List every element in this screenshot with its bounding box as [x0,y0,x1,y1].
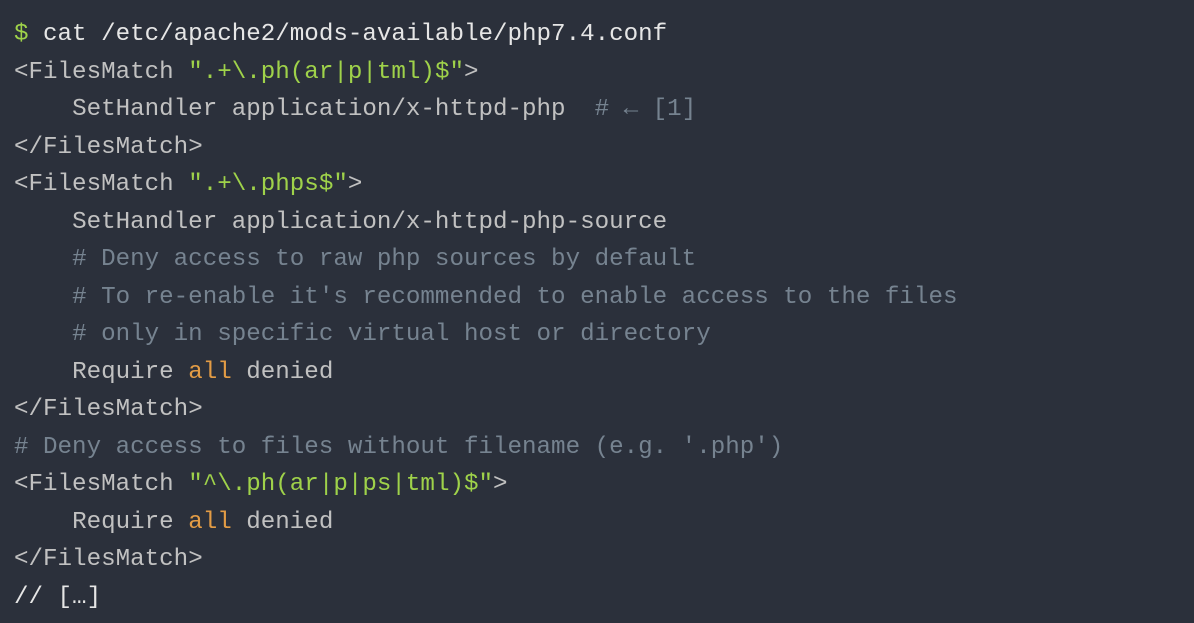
line-8: # To re-enable it's recommended to enabl… [14,284,957,311]
regex-string: ".+\.phps$" [188,171,348,198]
line-9: # only in specific virtual host or direc… [14,321,711,348]
regex-string: ".+\.ph(ar|p|tml)$" [188,59,464,86]
comment: # Deny access to files without filename … [14,434,783,461]
annotation-comment: # ← [1] [595,96,697,123]
line-16: // […] [14,584,101,611]
comment: # only in specific virtual host or direc… [72,321,711,348]
line-3: SetHandler application/x-httpd-php # ← [… [14,96,696,123]
regex-string: "^\.ph(ar|p|ps|tml)$" [188,471,493,498]
line-2: <FilesMatch ".+\.ph(ar|p|tml)$"> [14,59,479,86]
keyword-all: all [188,509,232,536]
line-5: <FilesMatch ".+\.phps$"> [14,171,362,198]
line-4: </FilesMatch> [14,134,203,161]
directive: SetHandler application/x-httpd-php-sourc… [72,209,667,236]
line-14: Require all denied [14,509,333,536]
comment: # Deny access to raw php sources by defa… [72,246,696,273]
ellipsis: // […] [14,584,101,611]
comment: # To re-enable it's recommended to enabl… [72,284,957,311]
line-6: SetHandler application/x-httpd-php-sourc… [14,209,667,236]
line-7: # Deny access to raw php sources by defa… [14,246,696,273]
line-1: $ cat /etc/apache2/mods-available/php7.4… [14,21,667,48]
prompt: $ [14,21,43,48]
line-15: </FilesMatch> [14,546,203,573]
line-10: Require all denied [14,359,333,386]
line-12: # Deny access to files without filename … [14,434,783,461]
keyword-all: all [188,359,232,386]
command: cat /etc/apache2/mods-available/php7.4.c… [43,21,667,48]
code-block: $ cat /etc/apache2/mods-available/php7.4… [0,0,1194,623]
line-13: <FilesMatch "^\.ph(ar|p|ps|tml)$"> [14,471,508,498]
line-11: </FilesMatch> [14,396,203,423]
directive: SetHandler application/x-httpd-php [72,96,566,123]
